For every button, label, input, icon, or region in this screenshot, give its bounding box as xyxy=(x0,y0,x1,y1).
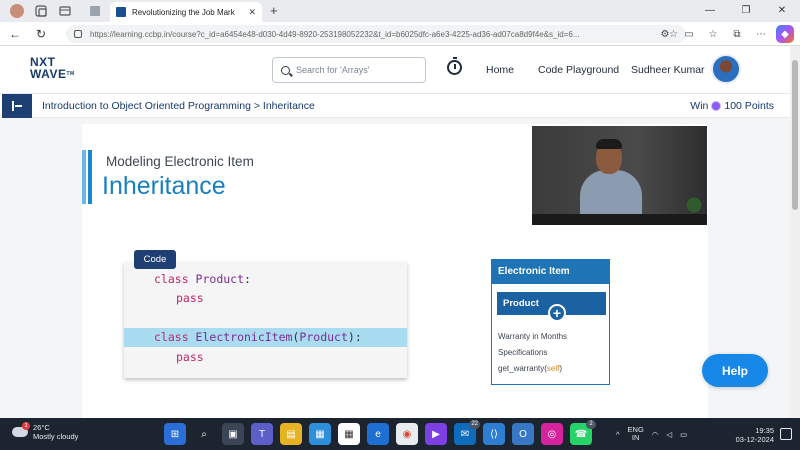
code-line: pass xyxy=(176,291,204,305)
clock[interactable]: 19:35 03-12-2024 xyxy=(732,426,774,444)
code-line: class Product: xyxy=(154,272,251,286)
site-header: NXT WAVETM Search for 'Arrays' Home Code… xyxy=(0,46,790,94)
user-name[interactable]: Sudheer Kumar xyxy=(631,64,705,76)
diagram-item: Specifications xyxy=(498,348,548,357)
logo-tm: TM xyxy=(66,71,75,77)
sidebar-toggle-button[interactable] xyxy=(2,94,32,118)
start-icon[interactable]: ⊞ xyxy=(164,423,186,445)
close-window-icon[interactable]: ✕ xyxy=(764,0,800,22)
instagram-icon[interactable]: ◎ xyxy=(541,423,563,445)
code-block: class Product: pass class ElectronicItem… xyxy=(124,262,407,378)
refresh-icon[interactable]: ↻ xyxy=(30,27,52,41)
lesson-video-slide[interactable]: Modeling Electronic Item Inheritance Cod… xyxy=(82,124,708,418)
lock-icon[interactable] xyxy=(74,30,82,38)
notifications-icon[interactable] xyxy=(780,428,792,440)
weather-text: Mostly cloudy xyxy=(33,432,79,441)
slide-title: Inheritance xyxy=(102,172,226,200)
volume-icon[interactable]: ◁ xyxy=(666,430,672,439)
wifi-icon[interactable]: ◠ xyxy=(652,430,659,439)
tab-actions-icon[interactable] xyxy=(58,4,72,18)
nav-code-playground-link[interactable]: Code Playground xyxy=(538,64,619,76)
file-explorer-icon[interactable]: ▤ xyxy=(280,423,302,445)
split-screen-icon[interactable]: ▭ xyxy=(680,25,698,43)
url-text: https://learning.ccbp.in/course?c_id=a64… xyxy=(90,29,580,39)
logo-line-2: WAVE xyxy=(30,67,67,81)
show-hidden-icons-icon[interactable]: ^ xyxy=(616,430,620,439)
search-icon xyxy=(281,65,290,75)
media-app-icon[interactable]: ▶ xyxy=(425,423,447,445)
diagram-item: get_warranty(self) xyxy=(498,364,563,373)
collections-icon[interactable]: ⧉ xyxy=(728,25,746,43)
outlook-icon[interactable]: O xyxy=(512,423,534,445)
close-tab-icon[interactable]: ✕ xyxy=(248,7,256,18)
scrollbar-thumb[interactable] xyxy=(792,60,798,210)
back-icon[interactable]: ← xyxy=(4,27,26,41)
browser-toolbar: ⚙ ▭ ☆ ⧉ ⋯ ◆ xyxy=(656,25,794,43)
new-tab-icon[interactable]: + xyxy=(270,3,278,18)
active-browser-tab[interactable]: Revolutionizing the Job Mark ✕ xyxy=(110,2,262,22)
battery-icon[interactable]: ▭ xyxy=(680,430,687,439)
nxtwave-logo[interactable]: NXT WAVETM xyxy=(30,56,80,80)
coin-icon xyxy=(711,101,722,111)
diagram-item: Warranty in Months xyxy=(498,332,568,341)
notepad-icon[interactable]: ▦ xyxy=(309,423,331,445)
timer-icon[interactable] xyxy=(447,57,462,75)
code-tag: Code xyxy=(134,250,176,269)
presenter-video-image xyxy=(532,126,707,225)
url-field[interactable]: https://learning.ccbp.in/course?c_id=a64… xyxy=(66,25,686,43)
code-line: pass xyxy=(176,350,204,364)
vscode-icon[interactable]: ⟨⟩ xyxy=(483,423,505,445)
whatsapp-icon[interactable]: ☎ 2 xyxy=(570,420,596,445)
page-scrollbar[interactable] xyxy=(790,46,800,418)
task-view-icon[interactable]: ▣ xyxy=(222,423,244,445)
site-favicon-icon xyxy=(116,7,126,17)
win-label: Win xyxy=(690,100,709,112)
extensions-icon[interactable]: ⚙ xyxy=(656,25,674,43)
sidebar-toggle-icon xyxy=(12,101,14,111)
more-menu-icon[interactable]: ⋯ xyxy=(752,25,770,43)
teams-icon[interactable]: T xyxy=(251,423,273,445)
restore-icon[interactable]: ❐ xyxy=(728,0,764,22)
pinned-tab-icon[interactable] xyxy=(88,4,102,18)
search-input[interactable]: Search for 'Arrays' xyxy=(272,57,426,83)
avatar[interactable] xyxy=(711,54,741,84)
mail-icon[interactable]: ✉ 22 xyxy=(454,420,480,445)
profile-icon[interactable] xyxy=(10,4,24,18)
system-tray: ^ ENG IN ◠ ◁ ▭ xyxy=(616,426,687,442)
nav-home-link[interactable]: Home xyxy=(486,64,514,76)
temperature: 26°C xyxy=(33,423,50,432)
minimize-icon[interactable]: — xyxy=(692,0,728,22)
tab-title: Revolutionizing the Job Mark xyxy=(132,7,235,17)
breadcrumb-bar: Introduction to Object Oriented Programm… xyxy=(0,94,790,118)
points-value: 100 Points xyxy=(724,100,774,112)
win-points-badge: Win 100 Points xyxy=(690,100,774,112)
slide-subtitle: Modeling Electronic Item xyxy=(106,154,254,169)
window-controls: — ❐ ✕ xyxy=(692,0,800,22)
diagram-header: Electronic Item xyxy=(492,260,609,284)
address-bar-row: ← ↻ https://learning.ccbp.in/course?c_id… xyxy=(0,22,800,46)
copilot-icon[interactable]: ◆ xyxy=(776,25,794,43)
title-accent-bars xyxy=(82,150,94,204)
breadcrumb[interactable]: Introduction to Object Oriented Programm… xyxy=(42,100,315,112)
favorites-icon[interactable]: ☆ xyxy=(704,25,722,43)
plus-icon: + xyxy=(548,304,566,322)
chrome-icon[interactable]: ◉ xyxy=(396,423,418,445)
code-line-highlighted: class ElectronicItem(Product): xyxy=(124,328,407,347)
edge-icon[interactable]: e xyxy=(367,423,389,445)
search-taskbar-icon[interactable]: ⌕ xyxy=(193,423,215,445)
search-placeholder: Search for 'Arrays' xyxy=(296,65,370,75)
cloud-icon: 1 xyxy=(12,422,30,437)
weather-widget[interactable]: 1 26°C Mostly cloudy xyxy=(12,422,79,441)
class-diagram: Electronic Item Product + Warranty in Mo… xyxy=(491,259,610,385)
browser-tab-strip: Revolutionizing the Job Mark ✕ + — ❐ ✕ xyxy=(0,0,800,22)
windows-taskbar: 1 26°C Mostly cloudy ⊞ ⌕ ▣ T ▤ ▦ ▦ e ◉ ▶ … xyxy=(0,418,800,450)
workspaces-icon[interactable] xyxy=(34,4,48,18)
store-icon[interactable]: ▦ xyxy=(338,423,360,445)
help-button[interactable]: Help xyxy=(702,354,768,387)
language-indicator[interactable]: ENG IN xyxy=(628,426,644,442)
taskbar-apps: ⊞ ⌕ ▣ T ▤ ▦ ▦ e ◉ ▶ ✉ 22 ⟨⟩ O ◎ ☎ 2 xyxy=(164,420,596,445)
